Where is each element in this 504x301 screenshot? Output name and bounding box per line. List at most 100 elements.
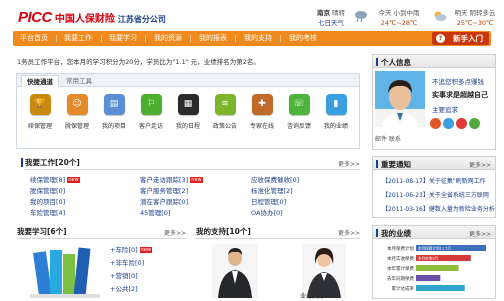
work-item[interactable]: 续保管理[8] new <box>30 174 80 184</box>
nav-divider <box>280 35 281 42</box>
section-marker <box>21 158 23 167</box>
app-walking[interactable]: ⚐ 客户走访 <box>132 94 170 130</box>
app-label: 专家在线 <box>249 123 274 130</box>
picc-logo[interactable]: PICC 中国人保财险 江苏省分公司 <box>18 9 166 26</box>
expert-icon: ✚ <box>251 94 273 115</box>
quick-tools-panel: 快捷通道 常用工具 🏆 续保管理 ☺ 脱保管理 ▤ 我的项目 ⚐ 客户走访 ▦ 我的日程 ≋ 政策公告… <box>16 73 360 149</box>
tab-quick-access[interactable]: 快捷通道 <box>21 75 59 87</box>
new-badge: new <box>67 177 80 183</box>
work-item[interactable]: 客户服务管理[2] <box>140 185 188 195</box>
app-label: 咨询反馈 <box>286 123 311 130</box>
chart-category-label: 本月保费计划 <box>387 245 414 252</box>
guide-icon: ? <box>436 34 445 43</box>
app-glyph: ☏ <box>293 99 305 109</box>
tab-common-tools[interactable]: 常用工具 <box>61 75 97 87</box>
performance-more-link[interactable]: 更多>> <box>469 229 491 238</box>
app-phone[interactable]: ☏ 咨询反馈 <box>280 94 318 130</box>
notices-title: 重要通知 <box>381 160 411 169</box>
work-item[interactable]: 客户走访跟踪[3] new <box>140 174 203 184</box>
weather-tomorrow-temp: 25℃~30℃ <box>456 19 494 27</box>
app-glyph: ▦ <box>183 99 193 109</box>
nav-resources[interactable]: 我的资源 <box>154 31 182 46</box>
app-signal[interactable]: ≋ 政策公告 <box>206 94 244 130</box>
trophy-icon: 🏆 <box>29 94 51 115</box>
profile-link-3[interactable]: 主要追求 <box>432 104 458 114</box>
work-item[interactable]: 标准化管理[2] <box>251 185 293 195</box>
branch-name: 江苏省分公司 <box>117 15 166 24</box>
work-item[interactable]: 45管理[0] <box>140 207 170 217</box>
work-more-link[interactable]: 更多>> <box>338 159 360 168</box>
notice-item[interactable]: 【2011-08-17】关于征集"刷新网工作 <box>382 176 486 185</box>
page-header: PICC 中国人保财险 江苏省分公司 南京 晴转 七日天气 今天 小到中雨 24… <box>0 0 504 32</box>
study-title: 我要学习[6个] <box>17 227 67 236</box>
app-glyph: 🏆 <box>34 99 46 109</box>
nav-study[interactable]: 我要学习 <box>109 31 137 46</box>
wechat-icon[interactable] <box>469 118 480 129</box>
work-item[interactable]: 脱保管理[0] <box>30 185 65 195</box>
study-more-link[interactable]: 更多>> <box>164 228 186 237</box>
support-more-link[interactable]: 更多>> <box>338 228 360 237</box>
walking-icon: ⚐ <box>140 94 162 115</box>
app-glyph: ⚐ <box>146 99 156 109</box>
books-icon <box>30 247 100 298</box>
qq-icon[interactable] <box>443 118 454 129</box>
main-nav: 平台首页 我要工作 我要学习 我的资源 我的报表 我的支持 我的考核 ? 新手入… <box>13 31 491 46</box>
work-title: 我要工作[20个] <box>25 158 80 167</box>
weibo-icon[interactable] <box>430 118 441 129</box>
weather-tomorrow-label: 明天 阴转多云 <box>454 9 496 17</box>
weather-today-label: 今天 小到中雨 <box>378 9 420 17</box>
signal-icon: ≋ <box>214 94 236 115</box>
work-item[interactable]: 日程管理[0] <box>251 196 286 206</box>
app-trophy[interactable]: 🏆 续保管理 <box>21 94 59 130</box>
work-item[interactable]: 潜在客户跟踪[0] <box>140 196 188 206</box>
performance-chart: 本月保费计划 本月保费计划11.5万本月实收保费 本月实收9万本年累计保费去年同期保… <box>387 245 486 292</box>
study-item-marketing[interactable]: +营销[0] <box>110 270 138 280</box>
work-item[interactable]: 应收保费催收[0] <box>251 174 299 184</box>
profile-header: 个人信息 <box>372 54 496 68</box>
work-item[interactable]: OA协办[0] <box>251 207 283 217</box>
chart-category-label: 本年累计保费 <box>387 265 414 272</box>
support-woman-photo[interactable] <box>302 244 346 298</box>
nav-home[interactable]: 平台首页 <box>20 31 48 46</box>
work-item[interactable]: 车险管理[4] <box>30 207 65 217</box>
avatar[interactable] <box>375 71 425 127</box>
study-item-public[interactable]: +公共[2] <box>110 283 138 293</box>
newbie-guide-button[interactable]: ? 新手入门 <box>432 32 489 45</box>
chart-icon: ▮ <box>325 94 347 115</box>
app-label: 脱保管理 <box>64 123 89 130</box>
study-item-nonauto[interactable]: +非车险[0] <box>110 257 144 267</box>
app-calendar[interactable]: ▦ 我的日程 <box>169 94 207 130</box>
nav-assessment[interactable]: 我的考核 <box>289 31 317 46</box>
nav-reports[interactable]: 我的报表 <box>199 31 227 46</box>
study-item-auto[interactable]: +车险[0] new <box>110 244 152 254</box>
profile-title: 个人信息 <box>381 58 411 67</box>
app-glyph: ☺ <box>72 99 82 109</box>
profile-contact[interactable]: 邮件 联系 <box>375 134 401 143</box>
weather-week-link[interactable]: 七日天气 <box>314 18 348 28</box>
sina-icon[interactable] <box>456 118 467 129</box>
notice-item[interactable]: 【2011-06-23】关于全省系统三方联网 <box>382 190 489 199</box>
section-marker <box>376 229 378 237</box>
notice-item[interactable]: 【2011-03-16】健数入量为新险业务分析 <box>382 204 495 213</box>
app-expert[interactable]: ✚ 专家在线 <box>243 94 281 130</box>
nav-support[interactable]: 我的支持 <box>244 31 272 46</box>
nav-work[interactable]: 我要工作 <box>64 31 92 46</box>
app-chart[interactable]: ▮ 我的业绩 <box>317 94 355 130</box>
notices-more-link[interactable]: 更多>> <box>469 160 491 169</box>
profile-link-1[interactable]: 不追您积多点赚钱 <box>432 76 484 86</box>
support-man-photo[interactable] <box>212 244 258 298</box>
profile-link-2[interactable]: 实事求是超越自己 <box>432 90 488 100</box>
new-badge: new <box>139 247 152 253</box>
logo-brand: PICC <box>18 9 52 26</box>
app-label: 我的业绩 <box>323 123 348 130</box>
chart-category-label: 累计达成率 <box>392 285 415 292</box>
nav-divider <box>145 35 146 42</box>
work-item[interactable]: 我的项目[0] <box>30 196 65 206</box>
new-badge: new <box>190 177 203 183</box>
app-label: 我的项目 <box>101 123 126 130</box>
weather-today: 今天 小到中雨 24℃~28℃ <box>370 8 428 28</box>
notices-header: 重要通知 更多>> <box>372 156 496 170</box>
weather-city: 南京 晴转 七日天气 <box>314 8 348 28</box>
app-folder[interactable]: ▤ 我的项目 <box>95 94 133 130</box>
app-user-orange[interactable]: ☺ 脱保管理 <box>58 94 96 130</box>
